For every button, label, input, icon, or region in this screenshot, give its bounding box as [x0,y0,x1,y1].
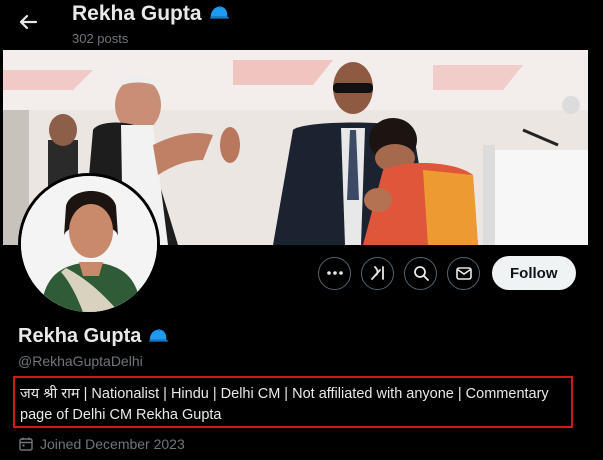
more-icon [326,271,343,275]
profile-header: Rekha Gupta 302 posts [0,0,603,50]
header-title-row: Rekha Gupta [72,2,230,26]
profile-name: Rekha Gupta [18,325,142,347]
back-button[interactable] [14,8,42,36]
follow-button[interactable]: Follow [492,256,576,290]
grok-icon [370,266,384,280]
search-icon [413,266,429,281]
message-button[interactable] [447,256,480,290]
post-count: 302 posts [72,31,129,46]
joined-text: Joined December 2023 [40,436,185,452]
avatar[interactable] [18,173,160,315]
search-button[interactable] [404,256,437,290]
more-button[interactable] [318,256,351,290]
arrow-left-icon [19,14,38,30]
blue-cap-icon [209,6,229,19]
blue-cap-icon [149,328,169,342]
profile-bio: जय श्री राम | Nationalist | Hindu | Delh… [13,376,573,428]
mail-icon [455,267,472,280]
profile-actions: Follow [318,256,576,290]
header-title: Rekha Gupta [72,2,202,25]
calendar-icon [19,437,33,451]
joined-date: Joined December 2023 [18,436,185,452]
profile-handle: @RekhaGuptaDelhi [18,353,143,369]
profile-name-row: Rekha Gupta [18,325,169,348]
grok-button[interactable] [361,256,394,290]
